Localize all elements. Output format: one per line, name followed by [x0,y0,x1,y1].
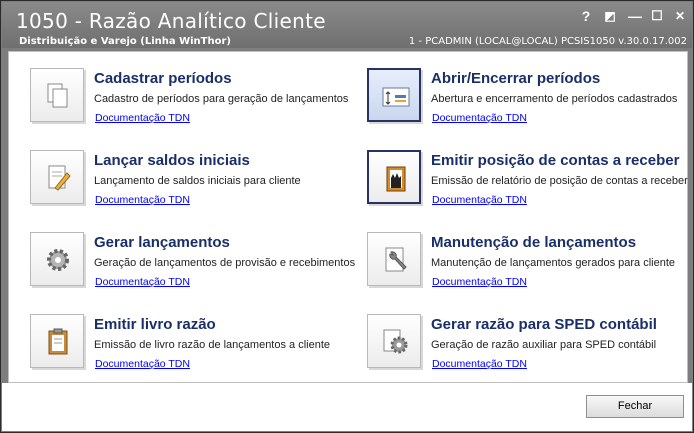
tdn-link[interactable]: Documentação TDN [95,194,190,206]
option-title[interactable]: Gerar razão para SPED contábil [431,316,657,333]
option-title[interactable]: Manutenção de lançamentos [431,234,636,251]
option-gerar-razao-sped[interactable]: Gerar razão para SPED contábil Geração d… [356,304,686,376]
minimize-icon[interactable]: — [626,8,644,24]
main-window: 1050 - Razão Analítico Cliente Distribui… [0,0,694,433]
option-manutencao-lancamentos[interactable]: Manutenção de lançamentos Manutenção de … [356,222,686,294]
tdn-link[interactable]: Documentação TDN [432,276,527,288]
option-title[interactable]: Cadastrar períodos [94,70,232,87]
option-description: Geração de lançamentos de provisão e rec… [94,257,356,269]
report-hand-icon[interactable] [367,150,421,204]
help-icon[interactable]: ? [577,8,595,24]
tdn-link[interactable]: Documentação TDN [432,112,527,124]
close-icon[interactable]: ✕ [671,8,689,24]
option-description: Emissão de livro razão de lançamentos a … [94,339,331,351]
option-emitir-posicao-contas[interactable]: Emitir posição de contas a receber Emiss… [356,140,688,212]
gear-document-icon[interactable] [367,314,421,368]
option-cadastrar-periodos[interactable]: Cadastrar períodos Cadastro de períodos … [19,58,349,130]
documents-icon[interactable] [30,68,84,122]
option-lancar-saldos-iniciais[interactable]: Lançar saldos iniciais Lançamento de sal… [19,140,349,212]
option-title[interactable]: Gerar lançamentos [94,234,230,251]
restore-icon[interactable]: ◩ [601,8,619,24]
maximize-icon[interactable]: ☐ [648,8,666,24]
window-subtitle: Distribuição e Varejo (Linha WinThor) [19,36,231,47]
option-description: Cadastro de períodos para geração de lan… [94,93,349,105]
option-title[interactable]: Emitir posição de contas a receber [431,152,679,169]
tdn-link[interactable]: Documentação TDN [432,194,527,206]
open-close-icon[interactable] [367,68,421,122]
clipboard-icon[interactable] [30,314,84,368]
option-description: Manutenção de lançamentos gerados para c… [431,257,675,269]
option-emitir-livro-razao[interactable]: Emitir livro razão Emissão de livro razã… [19,304,349,376]
tdn-link[interactable]: Documentação TDN [95,112,190,124]
option-title[interactable]: Lançar saldos iniciais [94,152,250,169]
option-title[interactable]: Emitir livro razão [94,316,216,333]
wrench-document-icon[interactable] [367,232,421,286]
option-description: Lançamento de saldos iniciais para clien… [94,175,301,187]
tdn-link[interactable]: Documentação TDN [95,358,190,370]
window-title: 1050 - Razão Analítico Cliente [16,9,326,33]
options-panel: Cadastrar períodos Cadastro de períodos … [8,51,688,383]
option-gerar-lancamentos[interactable]: Gerar lançamentos Geração de lançamentos… [19,222,355,294]
option-description: Abertura e encerramento de períodos cada… [431,93,678,105]
option-description: Emissão de relatório de posição de conta… [431,175,688,187]
session-status: 1 - PCADMIN (LOCAL@LOCAL) PCSIS1050 v.30… [408,36,687,47]
tdn-link[interactable]: Documentação TDN [95,276,190,288]
option-abrir-encerrar-periodos[interactable]: Abrir/Encerrar períodos Abertura e encer… [356,58,686,130]
option-description: Geração de razão auxiliar para SPED cont… [431,339,657,351]
gear-icon[interactable] [30,232,84,286]
option-title[interactable]: Abrir/Encerrar períodos [431,70,600,87]
edit-document-icon[interactable] [30,150,84,204]
close-button[interactable]: Fechar [586,395,684,418]
title-bar[interactable]: 1050 - Razão Analítico Cliente Distribui… [2,2,692,48]
tdn-link[interactable]: Documentação TDN [432,358,527,370]
